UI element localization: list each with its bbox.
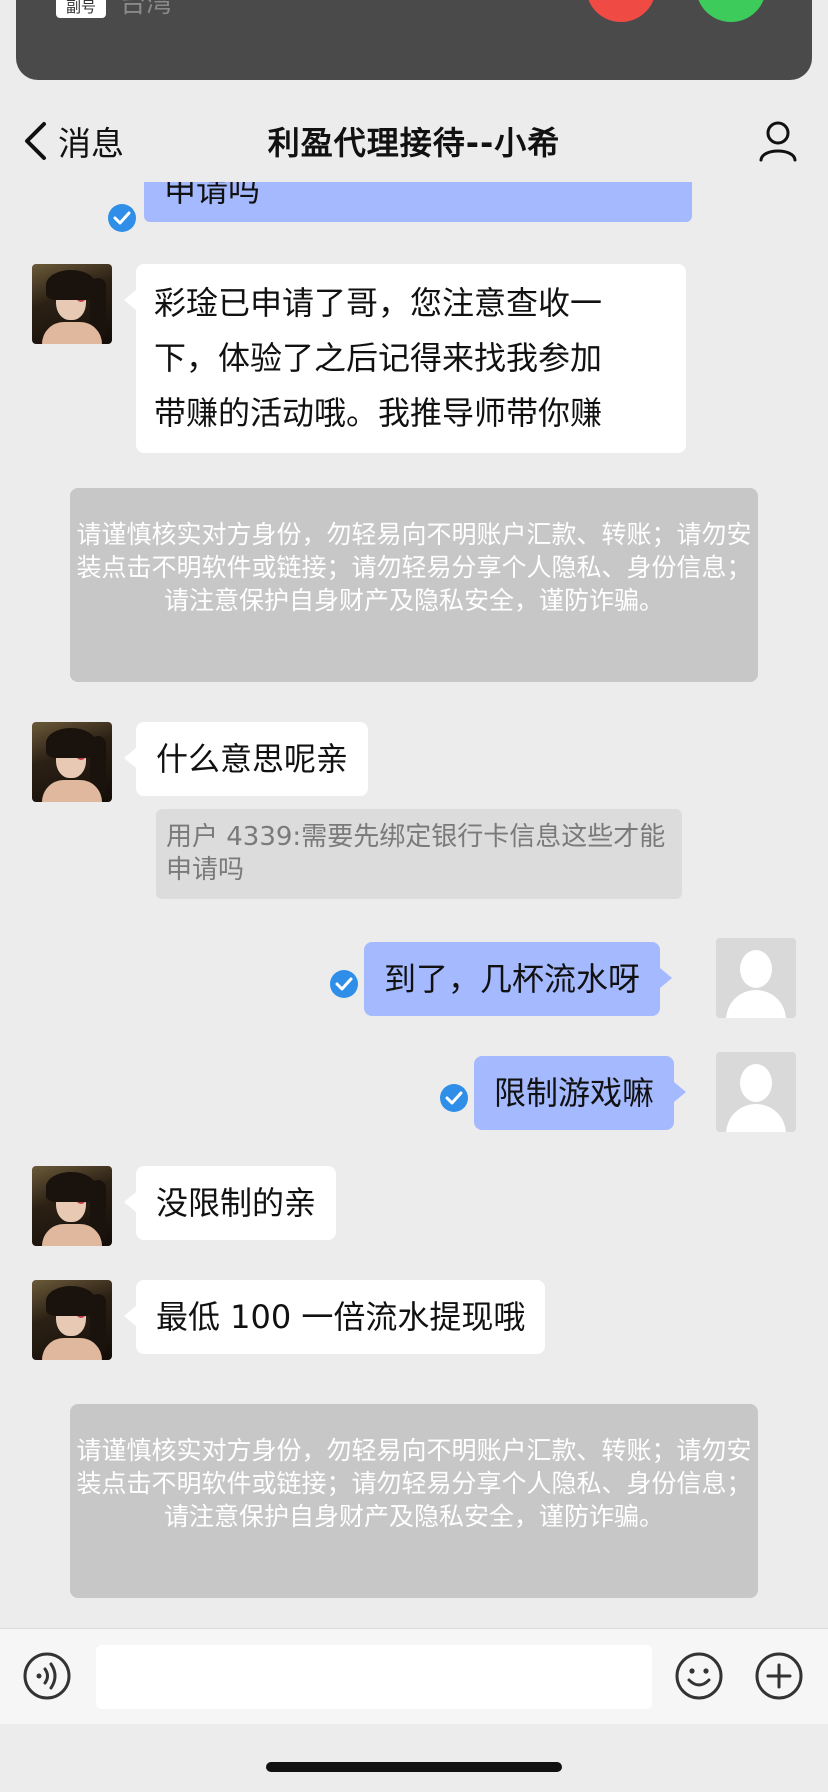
message-bubble-incoming[interactable]: 彩琻已申请了哥，您注意查收一 下，体验了之后记得来找我参加 带赚的活动哦。我推导… bbox=[124, 264, 686, 453]
message-bubble-outgoing[interactable]: 申请吗 bbox=[144, 182, 692, 222]
quoted-message[interactable]: 用户 4339:需要先绑定银行卡信息这些才能申请吗 bbox=[156, 809, 682, 899]
message-bubble-incoming[interactable]: 没限制的亲 bbox=[123, 1166, 337, 1240]
contact-avatar[interactable] bbox=[32, 264, 112, 344]
message-text: 到了，几杯流水呀 bbox=[384, 960, 641, 998]
accept-call-button[interactable] bbox=[696, 0, 766, 22]
more-actions-button[interactable] bbox=[754, 1651, 804, 1701]
contact-avatar[interactable] bbox=[32, 722, 112, 802]
message-list[interactable]: 申请吗 彩琻已申请了哥，您注意查收一 下，体验了之后记得来找我参加 带赚的活动哦… bbox=[0, 182, 828, 1630]
caller-region: 台湾 bbox=[120, 0, 173, 19]
message-bubble-incoming[interactable]: 最低 100 一倍流水提现哦 bbox=[123, 1280, 546, 1354]
message-text: 没限制的亲 bbox=[156, 1184, 317, 1222]
user-avatar[interactable] bbox=[716, 1052, 796, 1132]
message-text: 最低 100 一倍流水提现哦 bbox=[156, 1298, 526, 1336]
person-icon bbox=[759, 121, 797, 162]
incoming-call-banner[interactable]: 副号 台湾 bbox=[16, 0, 812, 80]
profile-button[interactable] bbox=[758, 120, 798, 162]
decline-call-button[interactable] bbox=[586, 0, 656, 22]
sent-check-icon bbox=[440, 1084, 468, 1112]
user-avatar[interactable] bbox=[716, 938, 796, 1018]
emoji-button[interactable] bbox=[674, 1651, 724, 1701]
message-line: 下，体验了之后记得来找我参加 bbox=[154, 339, 603, 377]
message-input-bar bbox=[0, 1628, 828, 1724]
voice-icon bbox=[23, 1652, 71, 1700]
chat-title: 利盈代理接待--小希 bbox=[267, 124, 561, 162]
message-input[interactable] bbox=[96, 1645, 652, 1709]
message-text: 限制游戏嘛 bbox=[494, 1074, 655, 1112]
contact-avatar[interactable] bbox=[32, 1280, 112, 1360]
sent-check-icon bbox=[108, 204, 136, 232]
sent-check-icon bbox=[330, 970, 358, 998]
voice-button[interactable] bbox=[22, 1651, 72, 1701]
emoji-icon bbox=[675, 1652, 723, 1700]
message-bubble-incoming[interactable]: 什么意思呢亲 bbox=[123, 722, 369, 796]
message-bubble-outgoing[interactable]: 到了，几杯流水呀 bbox=[364, 942, 673, 1016]
message-line: 带赚的活动哦。我推导师带你赚 bbox=[154, 394, 603, 432]
contact-avatar[interactable] bbox=[32, 1166, 112, 1246]
home-indicator[interactable] bbox=[266, 1762, 562, 1772]
secondary-number-badge: 副号 bbox=[56, 0, 106, 18]
message-bubble-outgoing[interactable]: 限制游戏嘛 bbox=[474, 1056, 687, 1130]
fraud-warning-notice: 请谨慎核实对方身份，勿轻易向不明账户汇款、转账；请勿安装点击不明软件或链接；请勿… bbox=[70, 488, 758, 682]
fraud-warning-notice: 请谨慎核实对方身份，勿轻易向不明账户汇款、转账；请勿安装点击不明软件或链接；请勿… bbox=[70, 1404, 758, 1598]
message-line: 彩琻已申请了哥，您注意查收一 bbox=[154, 284, 603, 322]
message-text: 什么意思呢亲 bbox=[156, 740, 349, 778]
plus-icon bbox=[755, 1652, 803, 1700]
message-text: 申请吗 bbox=[164, 182, 261, 209]
chat-header: 消息 利盈代理接待--小希 bbox=[0, 100, 828, 182]
